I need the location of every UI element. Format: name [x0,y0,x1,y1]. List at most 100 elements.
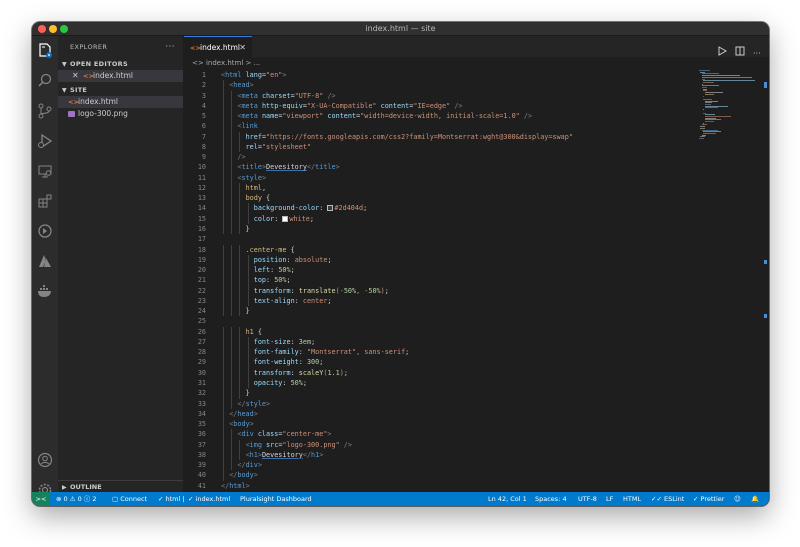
code-line[interactable]: 35 <body> [184,419,769,430]
account-icon[interactable] [36,451,54,469]
code-line[interactable]: 33 </style> [184,398,769,409]
language-mode[interactable]: HTML [623,492,641,506]
azure-icon[interactable] [36,252,54,270]
feedback-icon[interactable]: ☺ [734,492,741,506]
source-control-icon[interactable] [36,102,54,120]
line-number: 21 [197,276,206,285]
code-text: color: white; [253,214,314,223]
line-number: 4 [201,101,206,110]
code-line[interactable]: 25 [184,316,769,326]
code-line[interactable]: 17 [184,234,769,244]
line-number: 7 [201,132,206,141]
code-line[interactable]: 16 } [184,223,769,235]
code-line[interactable]: 27 font-size: 3em; [184,336,769,348]
line-number: 11 [197,173,206,182]
tab-index-html[interactable]: <>index.html ✕ [184,36,252,57]
run-debug-icon[interactable] [36,132,54,150]
explorer-icon[interactable] [36,42,54,60]
close-tab-icon[interactable]: ✕ [239,37,246,58]
code-line[interactable]: 1 <html lang="en"> [184,70,769,80]
code-line[interactable]: 15 color: white; [184,213,769,224]
color-swatch[interactable] [327,205,334,212]
code-line[interactable]: 9 /> [184,152,769,163]
remote-explorer-icon[interactable] [36,162,54,180]
code-line[interactable]: 31 opacity: 50%; [184,377,769,389]
open-editor-item[interactable]: ✕ <>index.html [58,70,183,82]
breadcrumb[interactable]: <> index.html > ... [184,57,769,70]
more-actions-icon[interactable]: ··· [753,50,763,60]
file-item-logo-png[interactable]: logo-300.png [58,108,183,120]
code-line[interactable]: 4 <meta http-equiv="X-UA-Compatible" con… [184,100,769,112]
code-line[interactable]: 3 <meta charset="UTF-8" /> [184,90,769,101]
code-text: <meta http-equiv="X-UA-Compatible" conte… [237,101,463,110]
code-line[interactable]: 37 <img src="logo-300.png" /> [184,439,769,450]
code-line[interactable]: 30 transform: scaleY(1.1); [184,367,769,378]
open-editors-section[interactable]: ▼ OPEN EDITORS [58,58,183,70]
code-line[interactable]: 7 href="https://fonts.googleapis.com/css… [184,131,769,142]
line-number: 15 [197,214,206,223]
explorer-sidebar: EXPLORER ··· ▼ OPEN EDITORS ✕ <>index.html… [58,36,184,492]
eol-indicator[interactable]: LF [606,492,613,506]
pluralsight-dashboard-button[interactable]: Pluralsight Dashboard [240,492,312,506]
problems-indicator[interactable]: ⊗ 0 ⚠ 0 ⓘ 2 [56,492,97,506]
search-icon[interactable] [36,72,54,90]
bell-icon[interactable]: 🔔 [751,492,759,506]
code-line[interactable]: 23 text-align: center; [184,295,769,307]
cursor-position[interactable]: Ln 42, Col 1 [488,492,527,506]
remote-indicator[interactable]: >< [32,492,50,506]
code-line[interactable]: 39 </div> [184,460,769,471]
code-line[interactable]: 13 body { [184,193,769,204]
folder-section-site[interactable]: ▼ SITE [58,84,183,96]
code-line[interactable]: 21 top: 50%; [184,275,769,286]
live-share-icon[interactable] [36,222,54,240]
prettier-indicator[interactable]: ✓ Prettier [693,492,724,506]
more-actions-icon[interactable]: ··· [165,36,175,58]
code-line[interactable]: 36 <div class="center-me"> [184,429,769,440]
code-line[interactable]: 32 } [184,388,769,399]
file-check-indicator[interactable]: ✓ index.html [188,492,230,506]
code-line[interactable]: 5 <meta name="viewport" content="width=d… [184,111,769,122]
color-swatch[interactable] [282,215,289,222]
code-line[interactable]: 12 html, [184,182,769,194]
code-line[interactable]: 2 <head> [184,80,769,91]
outline-section[interactable]: ▶ OUTLINE [58,480,183,492]
code-line[interactable]: 26 h1 { [184,326,769,337]
line-number: 39 [197,461,206,470]
connect-button[interactable]: ▢ Connect [112,492,147,506]
code-text: <img src="logo-300.png" /> [245,440,352,449]
code-line[interactable]: 11 <style> [184,172,769,183]
code-editor[interactable]: 1 <html lang="en"> 2 <head> 3 <meta charset… [184,70,769,492]
html-check-indicator[interactable]: ✓ html | [158,492,185,506]
code-line[interactable]: 38 <h1>Devesitory</h1> [184,449,769,461]
minimap[interactable] [699,70,757,140]
extensions-icon[interactable] [36,192,54,210]
code-line[interactable]: 41 </html> [184,481,769,491]
docker-icon[interactable] [36,282,54,300]
editor-scrollbar[interactable] [764,70,767,470]
indentation-indicator[interactable]: Spaces: 4 [535,492,567,506]
close-icon[interactable]: ✕ [72,70,83,82]
code-line[interactable]: 10 <title>Devesitory</title> [184,162,769,173]
minimap-line [701,76,753,78]
code-line[interactable]: 19 position: absolute; [184,254,769,266]
code-line[interactable]: 24 } [184,306,769,317]
code-line[interactable]: 18 .center-me { [184,244,769,255]
code-line[interactable]: 8 rel="stylesheet" [184,141,769,153]
code-line[interactable]: 34 </head> [184,408,769,420]
code-line[interactable]: 40 </body> [184,470,769,481]
line-number: 34 [197,409,206,418]
split-editor-icon[interactable] [735,41,745,56]
encoding-indicator[interactable]: UTF-8 [578,492,597,506]
file-item-index-html[interactable]: <>index.html [58,96,183,108]
eslint-indicator[interactable]: ✓✓ ESLint [651,492,684,506]
code-line[interactable]: 6 <link [184,121,769,132]
run-icon[interactable] [717,41,727,56]
code-line[interactable]: 14 background-color: #2d404d; [184,203,769,214]
line-number: 35 [197,420,206,429]
code-text: <meta name="viewport" content="width=dev… [237,112,533,121]
code-line[interactable]: 22 transform: translate(-50%, -50%); [184,285,769,296]
code-line[interactable]: 29 font-weight: 300; [184,357,769,368]
code-text: <style> [237,173,267,182]
code-line[interactable]: 28 font-family: "Montserrat", sans-serif… [184,347,769,358]
code-line[interactable]: 20 left: 50%; [184,265,769,276]
